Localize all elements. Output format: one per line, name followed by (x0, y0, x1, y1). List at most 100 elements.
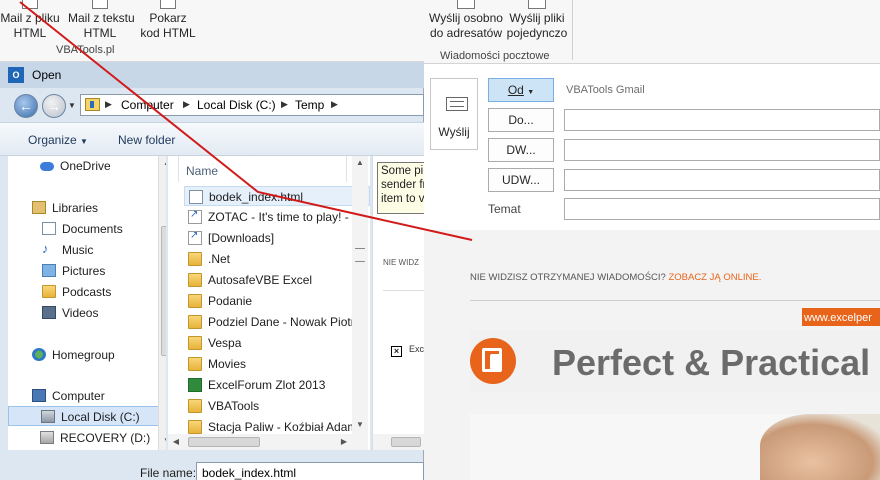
file-row[interactable]: .Net (184, 249, 370, 269)
send-separately-label-1: Wyślij osobno (429, 11, 503, 25)
breadcrumb-temp[interactable]: Temp (295, 98, 324, 112)
computer-location-icon (85, 98, 100, 111)
file-list-hscrollbar[interactable]: ◀ ▶ (168, 434, 352, 450)
nav-item-label: Podcasts (62, 285, 112, 299)
mail-from-html-file-button[interactable]: Mail z pliku HTML (0, 0, 62, 41)
shortcut-icon (188, 209, 202, 224)
nav-item-onedrive[interactable]: OneDrive (8, 156, 166, 176)
file-name: VBATools (208, 399, 260, 413)
file-row[interactable]: VBATools (184, 396, 370, 416)
nav-scrollbar[interactable]: ▲ ▼ (158, 156, 166, 450)
nav-item-homegroup[interactable]: Homegroup (8, 345, 166, 365)
chevron-right-icon[interactable]: ▶ (281, 99, 288, 110)
shortcut-icon (188, 230, 202, 245)
new-folder-button[interactable]: New folder (118, 133, 175, 147)
file-list-scrollbar[interactable]: ▲ ▼ (352, 156, 368, 450)
file-row[interactable]: ExcelForum Zlot 2013 (184, 375, 370, 395)
file-row[interactable]: Podziel Dane - Nowak Piotr (184, 312, 370, 332)
preview-hscrollbar[interactable] (373, 434, 424, 450)
filename-label: File name: (140, 466, 197, 480)
nav-scroll-thumb[interactable] (161, 226, 166, 356)
file-row[interactable]: [Downloads] (184, 228, 370, 248)
dialog-titlebar[interactable]: O Open (0, 62, 424, 88)
file-name: Podziel Dane - Nowak Piotr (208, 315, 355, 329)
ribbon-separator (572, 0, 573, 60)
nav-item-libraries[interactable]: Libraries (8, 198, 166, 218)
send-separately-label-2: do adresatów (429, 26, 503, 40)
scroll-down-icon[interactable]: ▼ (159, 434, 166, 448)
address-bar[interactable]: ▶ Computer ▶ Local Disk (C:) ▶ Temp ▶ (80, 94, 424, 116)
cc-field[interactable] (564, 139, 880, 161)
breadcrumb-computer[interactable]: Computer (121, 98, 174, 112)
scroll-grip-icon[interactable] (355, 248, 365, 262)
portrait-image (760, 414, 880, 480)
scroll-right-icon[interactable]: ▶ (336, 435, 352, 449)
scroll-left-icon[interactable]: ◀ (168, 435, 184, 449)
history-dropdown-icon[interactable]: ▼ (68, 101, 76, 110)
column-divider[interactable] (346, 156, 347, 182)
nav-item-videos[interactable]: Videos (8, 303, 166, 323)
scroll-down-icon[interactable]: ▼ (352, 418, 368, 432)
nav-item-documents[interactable]: Documents (8, 219, 166, 239)
to-field[interactable] (564, 109, 880, 131)
cc-button[interactable]: DW... (488, 138, 554, 162)
bcc-field[interactable] (564, 169, 880, 191)
organize-label: Organize (28, 133, 77, 147)
to-button[interactable]: Do... (488, 108, 554, 132)
nav-item-label: Local Disk (C:) (61, 410, 140, 424)
navigation-pane: OneDrive Libraries Documents ♪ Music Pic… (8, 156, 166, 450)
scroll-up-icon[interactable]: ▲ (159, 156, 166, 170)
open-file-dialog: O Open ← → ▼ ▶ Computer ▶ Local Disk (C:… (0, 62, 424, 480)
chevron-right-icon[interactable]: ▶ (331, 99, 338, 110)
file-row[interactable]: bodek_index.html (184, 186, 370, 206)
file-row[interactable]: ZOTAC - It's time to play! - I (184, 207, 370, 227)
breadcrumb-local-disk[interactable]: Local Disk (C:) (197, 98, 276, 112)
hscroll-thumb[interactable] (188, 437, 260, 447)
chevron-right-icon[interactable]: ▶ (105, 99, 112, 110)
scroll-up-icon[interactable]: ▲ (352, 156, 368, 170)
file-row[interactable]: Vespa (184, 333, 370, 353)
newsletter-site-link[interactable]: www.excelper (804, 312, 872, 324)
file-row[interactable]: Movies (184, 354, 370, 374)
folder-icon (188, 420, 202, 434)
nav-item-local-disk[interactable]: Local Disk (C:) (8, 406, 166, 426)
from-label: Od (507, 83, 524, 97)
nav-item-label: Computer (52, 389, 105, 403)
nav-item-computer[interactable]: Computer (8, 386, 166, 406)
organize-button[interactable]: Organize ▼ (28, 133, 88, 147)
send-files-individually-button[interactable]: Wyślij pliki pojedynczo (506, 0, 568, 41)
tooltip-line: Some pi (381, 165, 424, 177)
bcc-button[interactable]: UDW... (488, 168, 554, 192)
mail-from-html-text-button[interactable]: Mail z tekstu HTML (68, 0, 135, 41)
view-online-link[interactable]: ZOBACZ JĄ ONLINE. (668, 272, 761, 283)
view-online-text: NIE WIDZISZ OTRZYMANEJ WIADOMOŚCI? (470, 272, 666, 283)
subject-field[interactable] (564, 198, 880, 220)
folder-icon (188, 399, 202, 413)
mail-file-icon (22, 0, 38, 9)
chevron-down-icon: ▼ (527, 89, 535, 96)
file-name: Vespa (208, 336, 242, 350)
forward-button[interactable]: → (42, 94, 66, 118)
folder-icon (188, 252, 202, 266)
message-header: Wyślij Od ▼ VBATools Gmail Do... DW... U… (424, 64, 880, 230)
nav-item-podcasts[interactable]: Podcasts (8, 282, 166, 302)
chevron-right-icon[interactable]: ▶ (183, 99, 190, 110)
file-row[interactable]: Podanie (184, 291, 370, 311)
file-row[interactable]: AutosafeVBE Excel (184, 270, 370, 290)
preview-hscroll-thumb[interactable] (391, 437, 421, 447)
newsletter-divider (470, 300, 880, 301)
message-body[interactable]: NIE WIDZISZ OTRZYMANEJ WIADOMOŚCI? ZOBAC… (424, 230, 880, 480)
newsletter-headline: Perfect & Practical (552, 342, 871, 383)
file-name: ZOTAC - It's time to play! - I (208, 210, 356, 224)
back-button[interactable]: ← (14, 94, 38, 118)
filename-input[interactable] (196, 462, 424, 480)
nav-item-music[interactable]: ♪ Music (8, 240, 166, 260)
newsletter-banner: Perfect & Practical (470, 330, 880, 392)
nav-item-recovery[interactable]: RECOVERY (D:) (8, 428, 166, 448)
send-separately-button[interactable]: Wyślij osobno do adresatów (428, 0, 504, 41)
from-button[interactable]: Od ▼ (488, 78, 554, 102)
nav-item-pictures[interactable]: Pictures (8, 261, 166, 281)
column-header-name[interactable]: Name (186, 164, 218, 178)
send-button[interactable]: Wyślij (430, 78, 478, 150)
show-html-code-button[interactable]: Pokarz kod HTML (136, 0, 200, 41)
